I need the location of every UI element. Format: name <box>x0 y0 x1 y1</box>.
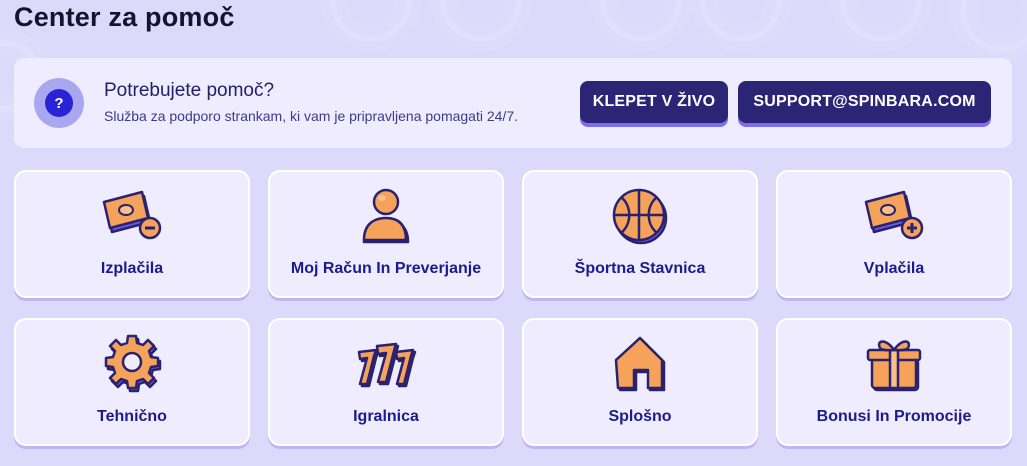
category-label: Izplačila <box>100 260 164 277</box>
background-swirl <box>440 0 522 42</box>
category-card-bonuses[interactable]: Bonusi In Promocije <box>776 318 1012 446</box>
gift-icon <box>866 340 922 392</box>
category-card-casino[interactable]: Igralnica <box>268 318 504 446</box>
page-title: Center za pomoč <box>14 2 235 32</box>
help-banner: ? Potrebujete pomoč? Služba za podporo s… <box>14 58 1012 148</box>
withdrawal-icon <box>102 190 162 240</box>
background-swirl <box>840 0 922 42</box>
category-label: Splošno <box>608 408 672 425</box>
category-label: Moj Račun In Preverjanje <box>290 260 482 277</box>
category-label: Bonusi In Promocije <box>816 408 972 425</box>
category-card-general[interactable]: Splošno <box>522 318 758 446</box>
category-label: Vplačila <box>863 260 925 277</box>
support-email-button[interactable]: SUPPORT@SPINBARA.COM <box>738 81 991 123</box>
category-label: Igralnica <box>353 408 419 425</box>
category-card-technical[interactable]: Tehnično <box>14 318 250 446</box>
category-label: Tehnično <box>97 408 167 425</box>
basketball-icon <box>612 188 668 245</box>
live-chat-button[interactable]: KLEPET V ŽIVO <box>580 81 728 123</box>
category-card-account[interactable]: Moj Račun In Preverjanje <box>268 170 504 298</box>
home-icon <box>614 336 666 392</box>
category-card-withdrawals[interactable]: Izplačila <box>14 170 250 298</box>
gear-icon <box>104 334 162 393</box>
background-swirl <box>700 0 782 42</box>
category-label: Športna Stavnica <box>574 260 706 277</box>
help-heading: Potrebujete pomoč? <box>104 80 275 101</box>
deposit-icon <box>864 190 924 240</box>
background-swirl <box>330 0 412 42</box>
category-card-sportsbook[interactable]: Športna Stavnica <box>522 170 758 298</box>
category-card-deposits[interactable]: Vplačila <box>776 170 1012 298</box>
question-icon: ? <box>34 78 84 128</box>
user-icon <box>362 188 410 244</box>
background-swirl <box>600 0 682 42</box>
help-subtitle: Služba za podporo strankam, ki vam je pr… <box>104 108 518 124</box>
background-swirl <box>960 0 1027 52</box>
slot-777-icon <box>357 342 417 388</box>
